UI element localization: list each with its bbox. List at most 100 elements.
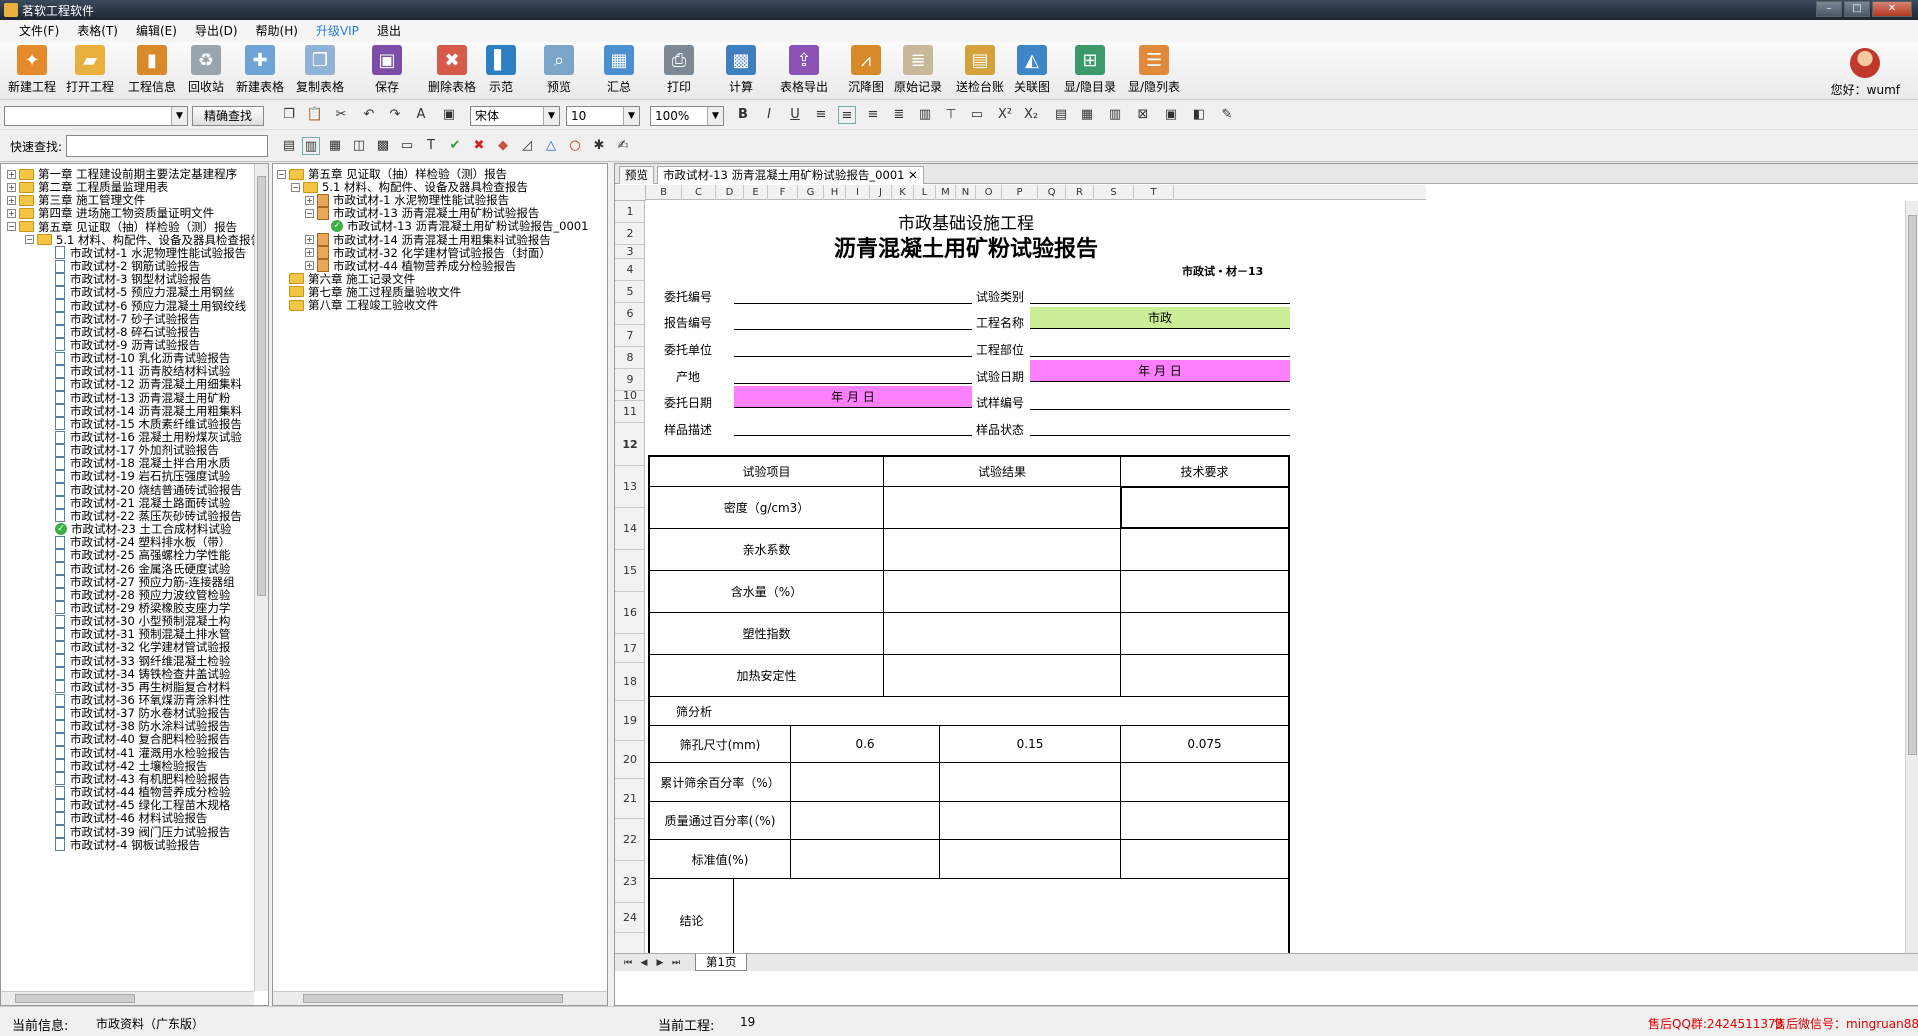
toolbar-button-raw-record[interactable]: ≣ 原始记录 xyxy=(894,45,942,97)
expand-icon[interactable]: + xyxy=(305,248,314,258)
expand-icon[interactable]: + xyxy=(305,195,314,205)
close-button[interactable]: ✕ xyxy=(1872,1,1912,17)
column-header-cell[interactable]: H xyxy=(824,185,846,200)
tab-current-sheet[interactable]: 市政试材-13 沥青混凝土用矿粉试验报告_0001 ✕ xyxy=(657,166,924,184)
redo-icon[interactable]: ↷ xyxy=(386,106,404,124)
distribute-icon[interactable]: ▥ xyxy=(916,106,934,124)
row-header-cell[interactable]: 16 xyxy=(615,592,645,634)
sheet-page-tab[interactable]: 第1页 xyxy=(695,954,748,971)
tool-2-icon[interactable]: ▥ xyxy=(302,137,320,155)
row-header-cell[interactable]: 2 xyxy=(615,223,645,245)
column-header-cell[interactable]: N xyxy=(956,185,976,200)
row-header-cell[interactable]: 7 xyxy=(615,325,645,347)
row-header-cell[interactable]: 9 xyxy=(615,369,645,391)
tool-1-icon[interactable]: ▤ xyxy=(280,137,298,155)
result-hydrophilic[interactable] xyxy=(883,528,1121,571)
toolbar-button-ledger[interactable]: ▤ 送检台账 xyxy=(956,45,1004,97)
row-header-cell[interactable]: 1 xyxy=(615,201,645,223)
stamp-icon[interactable]: ✱ xyxy=(590,137,608,155)
left_tree-item[interactable]: 市政试材-4 钢板试验报告 xyxy=(43,837,200,853)
left-horizontal-scrollbar[interactable] xyxy=(1,991,254,1005)
expand-icon[interactable]: + xyxy=(7,208,16,218)
requirement-density-selected[interactable] xyxy=(1120,486,1290,529)
scroll-thumb[interactable] xyxy=(303,994,563,1003)
row-header-cell[interactable]: 13 xyxy=(615,466,645,508)
requirement-hydrophilic[interactable] xyxy=(1120,528,1290,571)
delete-column-icon[interactable]: ⊠ xyxy=(1134,106,1152,124)
expand-icon[interactable]: + xyxy=(305,235,314,244)
field-sample-no[interactable] xyxy=(1030,409,1290,410)
circle-tool-icon[interactable]: ○ xyxy=(566,137,584,155)
sieve-cell[interactable] xyxy=(939,839,1121,879)
toolbar-button-export[interactable]: ⇪ 表格导出 xyxy=(780,45,828,97)
field-sample-desc[interactable] xyxy=(734,435,972,436)
triangle-tool-icon[interactable]: △ xyxy=(542,137,560,155)
toolbar-button-save[interactable]: ▣ 保存 xyxy=(372,45,402,97)
font-select[interactable]: 宋体 ▼ xyxy=(470,106,560,126)
menu-help[interactable]: 帮助(H) xyxy=(247,20,307,42)
toolbar-button-new-table[interactable]: ✚ 新建表格 xyxy=(236,45,284,97)
check-mark-icon[interactable]: ✔ xyxy=(446,137,464,155)
maximize-button[interactable]: □ xyxy=(1844,1,1870,17)
row-header-cell[interactable]: 3 xyxy=(615,245,645,259)
column-header-cell[interactable]: G xyxy=(798,185,824,200)
result-heat-stability[interactable] xyxy=(883,654,1121,697)
field-commission-no[interactable] xyxy=(734,303,972,304)
quick-search-input[interactable] xyxy=(66,135,268,157)
bold-icon[interactable]: B xyxy=(734,106,752,124)
insert-column-icon[interactable]: ▥ xyxy=(1106,106,1124,124)
expand-icon[interactable]: + xyxy=(7,195,16,205)
row-header-cell[interactable]: 14 xyxy=(615,508,645,550)
field-test-date[interactable]: 年 月 日 xyxy=(1030,360,1290,382)
toolbar-button-preview[interactable]: ⌕ 预览 xyxy=(544,45,574,97)
menu-exit[interactable]: 退出 xyxy=(368,20,410,42)
sieve-cell[interactable] xyxy=(790,762,940,802)
column-header-cell[interactable]: F xyxy=(768,185,798,200)
layer-icon[interactable]: ◧ xyxy=(1190,106,1208,124)
toolbar-button-sample-book[interactable]: ▌ 示范 xyxy=(486,45,516,97)
conclusion-field[interactable] xyxy=(733,878,1290,953)
menu-upgrade-vip[interactable]: 升级VIP xyxy=(307,20,368,42)
requirement-moisture[interactable] xyxy=(1120,570,1290,613)
row-header-cell[interactable]: 8 xyxy=(615,347,645,369)
row-header-cell[interactable]: 6 xyxy=(615,303,645,325)
requirement-heat-stability[interactable] xyxy=(1120,654,1290,697)
collapse-icon[interactable]: − xyxy=(277,169,286,179)
field-test-type[interactable] xyxy=(1030,303,1290,304)
row-header-cell[interactable]: 4 xyxy=(615,259,645,281)
toolbar-button-copy-table[interactable]: ❐ 复制表格 xyxy=(296,45,344,97)
column-header-cell[interactable]: D xyxy=(716,185,744,200)
format-painter-icon[interactable]: ✎ xyxy=(1218,106,1236,124)
menu-export[interactable]: 导出(D) xyxy=(186,20,247,42)
expand-icon[interactable]: + xyxy=(7,169,16,179)
mid-horizontal-scrollbar[interactable] xyxy=(273,991,607,1005)
row-header-cell[interactable]: 18 xyxy=(615,663,645,701)
align-center-icon[interactable]: ≡ xyxy=(838,106,856,124)
toolbar-button-toggle-list[interactable]: ☰ 显/隐列表 xyxy=(1128,45,1180,97)
toolbar-button-project-info[interactable]: ▮ 工程信息 xyxy=(128,45,176,97)
row-header-cell[interactable]: 15 xyxy=(615,550,645,592)
column-header-cell[interactable]: S xyxy=(1094,185,1134,200)
text-box-icon[interactable]: T xyxy=(422,137,440,155)
sieve-cell[interactable] xyxy=(790,839,940,879)
tool-3-icon[interactable]: ▦ xyxy=(326,137,344,155)
row-header-cell[interactable]: 23 xyxy=(615,861,645,903)
left-vertical-scrollbar[interactable] xyxy=(254,164,268,991)
eraser-icon[interactable]: ◆ xyxy=(494,137,512,155)
column-header-cell[interactable]: T xyxy=(1134,185,1174,200)
row-header-cell[interactable]: 5 xyxy=(615,281,645,303)
column-header-cell[interactable]: I xyxy=(846,185,870,200)
text-style-icon[interactable]: A xyxy=(412,106,430,124)
sheet-vertical-scrollbar[interactable] xyxy=(1905,201,1918,953)
scroll-thumb[interactable] xyxy=(1908,215,1917,755)
result-density[interactable] xyxy=(883,486,1121,529)
field-report-no[interactable] xyxy=(734,329,972,330)
cut-icon[interactable]: ✂ xyxy=(332,106,350,124)
field-project-name[interactable]: 市政 xyxy=(1030,307,1290,329)
column-header-cell[interactable]: K xyxy=(892,185,914,200)
signature-icon[interactable]: ✍ xyxy=(614,137,632,155)
table-tool-icon[interactable]: ▩ xyxy=(374,137,392,155)
sieve-cell[interactable] xyxy=(939,762,1121,802)
row-header-cell[interactable]: 17 xyxy=(615,634,645,663)
field-client[interactable] xyxy=(734,356,972,357)
